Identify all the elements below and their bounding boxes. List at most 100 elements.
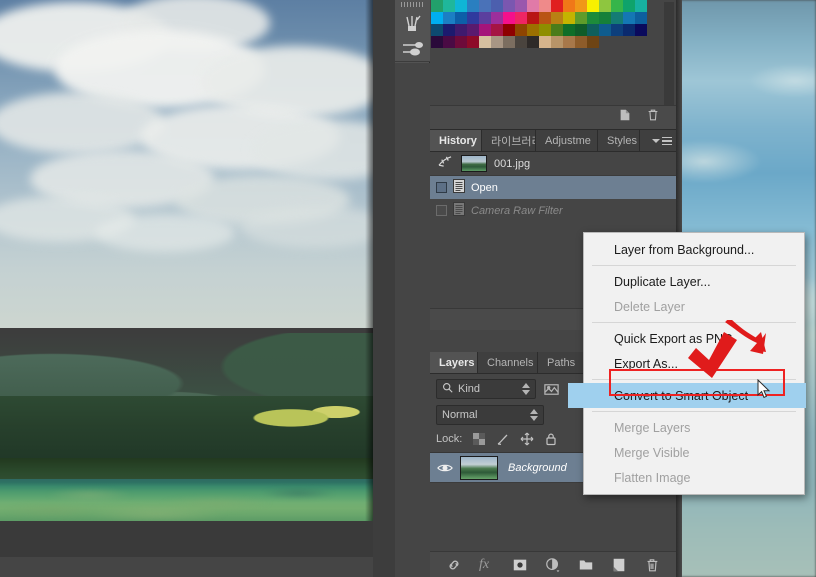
color-swatch[interactable] xyxy=(503,36,515,48)
color-swatch[interactable] xyxy=(431,0,443,12)
color-swatch[interactable] xyxy=(551,12,563,24)
color-swatch[interactable] xyxy=(563,36,575,48)
tab-paths[interactable]: Paths xyxy=(538,352,584,373)
swatches-panel-footer[interactable] xyxy=(430,105,676,129)
color-swatch[interactable] xyxy=(515,12,527,24)
color-swatch[interactable] xyxy=(563,24,575,36)
color-swatch[interactable] xyxy=(467,0,479,12)
color-swatch[interactable] xyxy=(527,24,539,36)
color-swatch[interactable] xyxy=(539,36,551,48)
color-swatch[interactable] xyxy=(599,24,611,36)
add-layer-mask-icon[interactable] xyxy=(512,557,528,573)
filter-pixel-layers-icon[interactable] xyxy=(543,381,560,398)
document-canvas[interactable] xyxy=(0,0,373,521)
color-swatch[interactable] xyxy=(503,12,515,24)
color-swatch[interactable] xyxy=(611,0,623,12)
color-swatch[interactable] xyxy=(467,12,479,24)
color-swatch[interactable] xyxy=(563,0,575,12)
color-swatch[interactable] xyxy=(503,0,515,12)
link-layers-icon[interactable] xyxy=(446,557,462,573)
color-swatch[interactable] xyxy=(479,0,491,12)
dock-drag-handle[interactable] xyxy=(401,2,423,7)
color-swatch[interactable] xyxy=(443,36,455,48)
color-swatch[interactable] xyxy=(515,36,527,48)
lock-all-icon[interactable] xyxy=(544,432,558,446)
swatches-panel[interactable] xyxy=(430,0,676,130)
color-swatch[interactable] xyxy=(587,12,599,24)
color-swatch[interactable] xyxy=(455,24,467,36)
color-swatch[interactable] xyxy=(635,0,647,12)
kind-stepper[interactable] xyxy=(522,383,530,395)
tab-adjustments[interactable]: Adjustme xyxy=(536,130,598,151)
menu-item-layer-from-background[interactable]: Layer from Background... xyxy=(584,237,804,262)
swatches-scrollbar[interactable] xyxy=(664,2,674,112)
tab-channels[interactable]: Channels xyxy=(478,352,538,373)
color-swatch[interactable] xyxy=(539,12,551,24)
color-swatch[interactable] xyxy=(611,24,623,36)
color-swatch[interactable] xyxy=(527,0,539,12)
color-swatch[interactable] xyxy=(563,12,575,24)
color-swatch[interactable] xyxy=(551,0,563,12)
color-swatch[interactable] xyxy=(539,24,551,36)
color-swatch[interactable] xyxy=(431,24,443,36)
color-swatch[interactable] xyxy=(575,12,587,24)
color-swatch[interactable] xyxy=(491,24,503,36)
brush-panel-icon[interactable] xyxy=(401,10,425,34)
color-swatch[interactable] xyxy=(527,36,539,48)
delete-layer-icon[interactable] xyxy=(644,557,660,573)
collapsed-panel-dock[interactable] xyxy=(395,0,430,577)
delete-swatch-icon[interactable] xyxy=(646,108,660,127)
adjustments-panel-icon[interactable] xyxy=(401,37,425,61)
color-swatch[interactable] xyxy=(599,12,611,24)
color-swatch[interactable] xyxy=(611,12,623,24)
layer-visibility-eye-icon[interactable] xyxy=(430,462,460,474)
color-swatch[interactable] xyxy=(443,0,455,12)
history-row-container[interactable]: Open Camera Raw Filter xyxy=(430,176,676,222)
color-swatch[interactable] xyxy=(515,0,527,12)
color-swatch[interactable] xyxy=(455,0,467,12)
tab-styles[interactable]: Styles xyxy=(598,130,640,151)
color-swatch[interactable] xyxy=(599,0,611,12)
blend-mode-select[interactable]: Normal xyxy=(436,405,544,425)
color-swatch[interactable] xyxy=(623,12,635,24)
history-state-open[interactable]: Open xyxy=(430,176,676,199)
blend-mode-stepper[interactable] xyxy=(530,409,538,421)
color-swatch[interactable] xyxy=(467,36,479,48)
color-swatch[interactable] xyxy=(479,36,491,48)
color-swatch[interactable] xyxy=(467,24,479,36)
color-swatch[interactable] xyxy=(443,12,455,24)
color-swatch[interactable] xyxy=(623,24,635,36)
history-panel-tabs[interactable]: History라이브러리AdjustmeStyles xyxy=(430,130,676,152)
color-swatch[interactable] xyxy=(479,24,491,36)
color-swatch[interactable] xyxy=(587,36,599,48)
color-swatch[interactable] xyxy=(635,12,647,24)
layer-thumbnail[interactable] xyxy=(460,455,498,480)
color-swatch[interactable] xyxy=(587,0,599,12)
history-state-checkbox[interactable] xyxy=(436,205,447,216)
new-swatch-icon[interactable] xyxy=(618,108,632,127)
tab-library[interactable]: 라이브러리 xyxy=(482,130,536,151)
lock-position-icon[interactable] xyxy=(520,432,534,446)
layer-style-icon[interactable]: fx xyxy=(479,557,495,573)
new-group-icon[interactable] xyxy=(578,557,594,573)
new-adjustment-layer-icon[interactable] xyxy=(545,557,561,573)
tab-layers[interactable]: Layers xyxy=(430,352,478,373)
color-swatch[interactable] xyxy=(503,24,515,36)
history-state-checkbox[interactable] xyxy=(436,182,447,193)
history-state-camera-raw-filter[interactable]: Camera Raw Filter xyxy=(430,199,676,222)
layers-panel-footer[interactable]: fx xyxy=(430,551,676,577)
tab-history[interactable]: History xyxy=(430,130,482,151)
color-swatch[interactable] xyxy=(443,24,455,36)
color-swatch[interactable] xyxy=(551,36,563,48)
color-swatch[interactable] xyxy=(539,0,551,12)
color-swatch[interactable] xyxy=(479,12,491,24)
lock-transparent-pixels-icon[interactable] xyxy=(472,432,486,446)
layer-filter-kind-select[interactable]: Kind xyxy=(436,379,536,399)
lock-image-pixels-icon[interactable] xyxy=(496,432,510,446)
color-swatch[interactable] xyxy=(527,12,539,24)
color-swatch[interactable] xyxy=(455,36,467,48)
color-swatch[interactable] xyxy=(431,12,443,24)
color-swatch[interactable] xyxy=(635,24,647,36)
color-swatch[interactable] xyxy=(551,24,563,36)
menu-item-duplicate-layer[interactable]: Duplicate Layer... xyxy=(584,269,804,294)
